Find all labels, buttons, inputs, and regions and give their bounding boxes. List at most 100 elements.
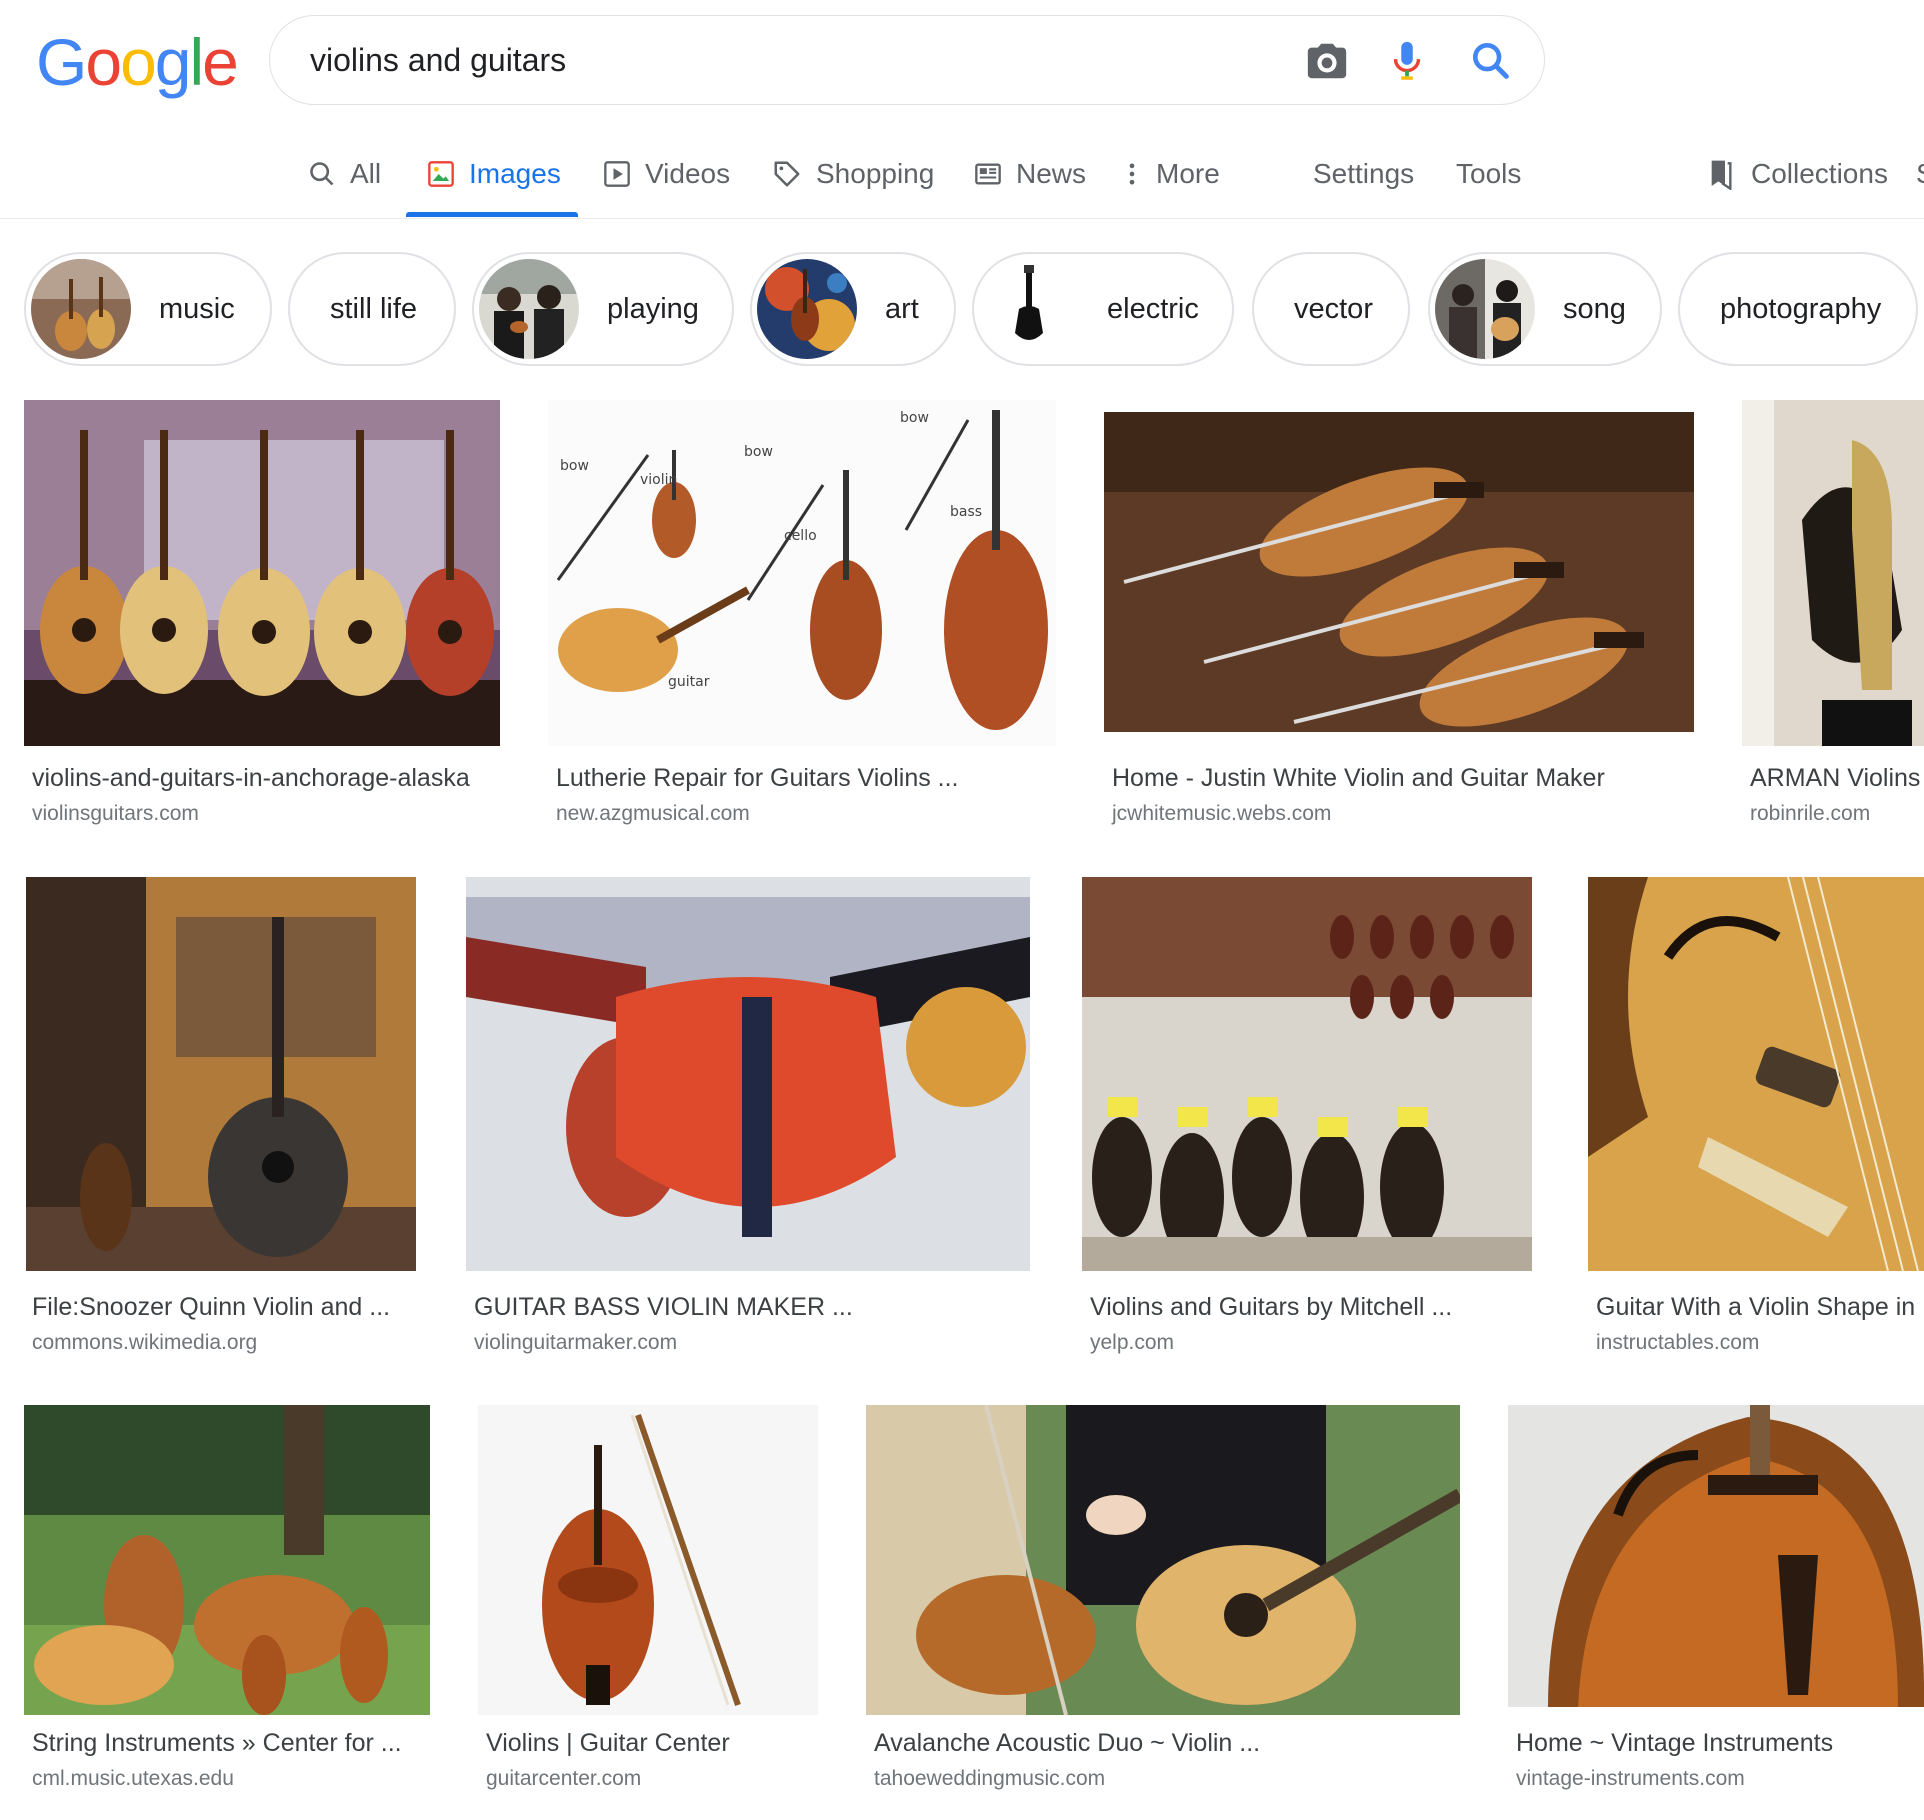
result-title: Violins and Guitars by Mitchell ... xyxy=(1090,1293,1453,1321)
search-input[interactable] xyxy=(310,36,1270,84)
result-title: violins-and-guitars-in-anchorage-alaska xyxy=(32,764,470,792)
result-title: Home - Justin White Violin and Guitar Ma… xyxy=(1112,764,1605,792)
google-logo[interactable]: Google xyxy=(36,22,239,102)
chip-label: art xyxy=(885,292,919,325)
chip-vector[interactable]: vector xyxy=(1252,252,1410,366)
chip-electric[interactable]: electric xyxy=(972,252,1234,366)
result-thumbnail xyxy=(1508,1405,1924,1707)
diagram-label: guitar xyxy=(668,674,710,690)
chip-label: song xyxy=(1563,292,1626,325)
tab-images[interactable]: Images xyxy=(427,150,561,198)
chip-still-life[interactable]: still life xyxy=(288,252,456,366)
tab-label: Images xyxy=(469,158,561,189)
result-source: commons.wikimedia.org xyxy=(32,1331,258,1354)
chip-thumbnail xyxy=(479,259,579,359)
chip-photography[interactable]: photography xyxy=(1678,252,1918,366)
tab-shopping[interactable]: Shopping xyxy=(772,150,934,198)
result-thumbnail xyxy=(26,877,416,1271)
logo-letter: g xyxy=(154,25,192,99)
chip-art[interactable]: art xyxy=(750,252,956,366)
result-thumbnail xyxy=(466,877,1030,1271)
result-title: Violins | Guitar Center xyxy=(486,1729,730,1757)
logo-letter: l xyxy=(189,25,205,99)
search-icon[interactable] xyxy=(1468,38,1514,84)
tab-label: More xyxy=(1156,158,1220,189)
tools-link[interactable]: Tools xyxy=(1456,150,1521,198)
collections-link[interactable]: Collections xyxy=(1705,150,1888,198)
tab-all[interactable]: All xyxy=(308,150,381,198)
logo-letter: o xyxy=(85,25,122,99)
chip-label: still life xyxy=(330,292,418,325)
tab-label: All xyxy=(350,158,382,189)
search-box xyxy=(269,15,1545,105)
chip-music[interactable]: music xyxy=(24,252,272,366)
result-source: guitarcenter.com xyxy=(486,1767,642,1790)
tab-more[interactable]: More xyxy=(1122,150,1220,198)
result-title: File:Snoozer Quinn Violin and ... xyxy=(32,1293,391,1321)
diagram-label: violin xyxy=(640,472,677,488)
tab-label: News xyxy=(1016,158,1087,189)
cut-off-link[interactable]: S xyxy=(1916,150,1924,198)
result-title: GUITAR BASS VIOLIN MAKER ... xyxy=(474,1293,853,1321)
tab-label: Videos xyxy=(645,158,731,189)
result-source: violinsguitars.com xyxy=(32,802,199,825)
diagram-label: bass xyxy=(950,504,982,520)
settings-link[interactable]: Settings xyxy=(1313,150,1414,198)
microphone-icon[interactable] xyxy=(1384,38,1430,84)
result-source: violinguitarmaker.com xyxy=(474,1331,678,1354)
result-thumbnail xyxy=(1742,400,1924,746)
result-title: ARMAN Violins xyxy=(1750,764,1921,792)
result-source: yelp.com xyxy=(1090,1331,1175,1354)
diagram-label: bow xyxy=(900,410,929,426)
diagram-label: bow xyxy=(744,444,773,460)
more-vert-icon xyxy=(1129,163,1135,185)
chip-thumbnail xyxy=(31,259,131,359)
chip-playing[interactable]: playing xyxy=(472,252,734,366)
result-thumbnail xyxy=(24,400,500,746)
chip-thumbnail xyxy=(757,259,857,359)
chip-thumbnail xyxy=(1435,259,1535,359)
image-icon xyxy=(428,161,454,187)
result-thumbnail: bow violin bow cello bow bass guitar xyxy=(548,400,1056,746)
result-source: robinrile.com xyxy=(1750,802,1871,825)
result-title: Lutherie Repair for Guitars Violins ... xyxy=(556,764,959,792)
result-thumbnail xyxy=(24,1405,430,1715)
search-icon xyxy=(310,162,334,186)
chip-label: photography xyxy=(1720,292,1882,325)
result-title: String Instruments » Center for ... xyxy=(32,1729,402,1757)
result-source: jcwhitemusic.webs.com xyxy=(1112,802,1332,825)
collections-label: Collections xyxy=(1751,158,1888,189)
chip-label: playing xyxy=(607,292,699,325)
result-source: vintage-instruments.com xyxy=(1516,1767,1745,1790)
result-source: tahoeweddingmusic.com xyxy=(874,1767,1106,1790)
chip-label: music xyxy=(159,292,235,325)
logo-letter: o xyxy=(120,25,157,99)
chip-label: vector xyxy=(1294,292,1373,325)
result-source: new.azgmusical.com xyxy=(556,802,750,825)
cut-off-label: S xyxy=(1916,158,1924,190)
tools-label: Tools xyxy=(1456,158,1522,189)
tag-icon xyxy=(774,161,800,187)
result-title: Guitar With a Violin Shape in M xyxy=(1596,1293,1924,1321)
tab-news[interactable]: News xyxy=(974,150,1086,198)
chip-song[interactable]: song xyxy=(1428,252,1662,366)
result-title: Avalanche Acoustic Duo ~ Violin ... xyxy=(874,1729,1261,1757)
result-title: Home ~ Vintage Instruments xyxy=(1516,1729,1834,1757)
diagram-label: cello xyxy=(784,528,817,544)
camera-icon[interactable] xyxy=(1304,38,1350,84)
logo-letter: G xyxy=(36,25,87,99)
chip-label: electric xyxy=(1107,292,1199,325)
bookmark-icon xyxy=(1711,160,1732,190)
result-thumbnail xyxy=(866,1405,1460,1715)
tab-videos[interactable]: Videos xyxy=(603,150,730,198)
newspaper-icon xyxy=(975,163,1001,185)
settings-label: Settings xyxy=(1313,158,1415,189)
play-icon xyxy=(604,161,630,187)
header-divider xyxy=(0,218,1924,219)
result-source: cml.music.utexas.edu xyxy=(32,1767,234,1790)
result-source: instructables.com xyxy=(1596,1331,1760,1354)
logo-letter: e xyxy=(202,25,239,99)
result-thumbnail xyxy=(1104,412,1694,732)
result-thumbnail xyxy=(478,1405,818,1715)
result-thumbnail xyxy=(1082,877,1532,1271)
